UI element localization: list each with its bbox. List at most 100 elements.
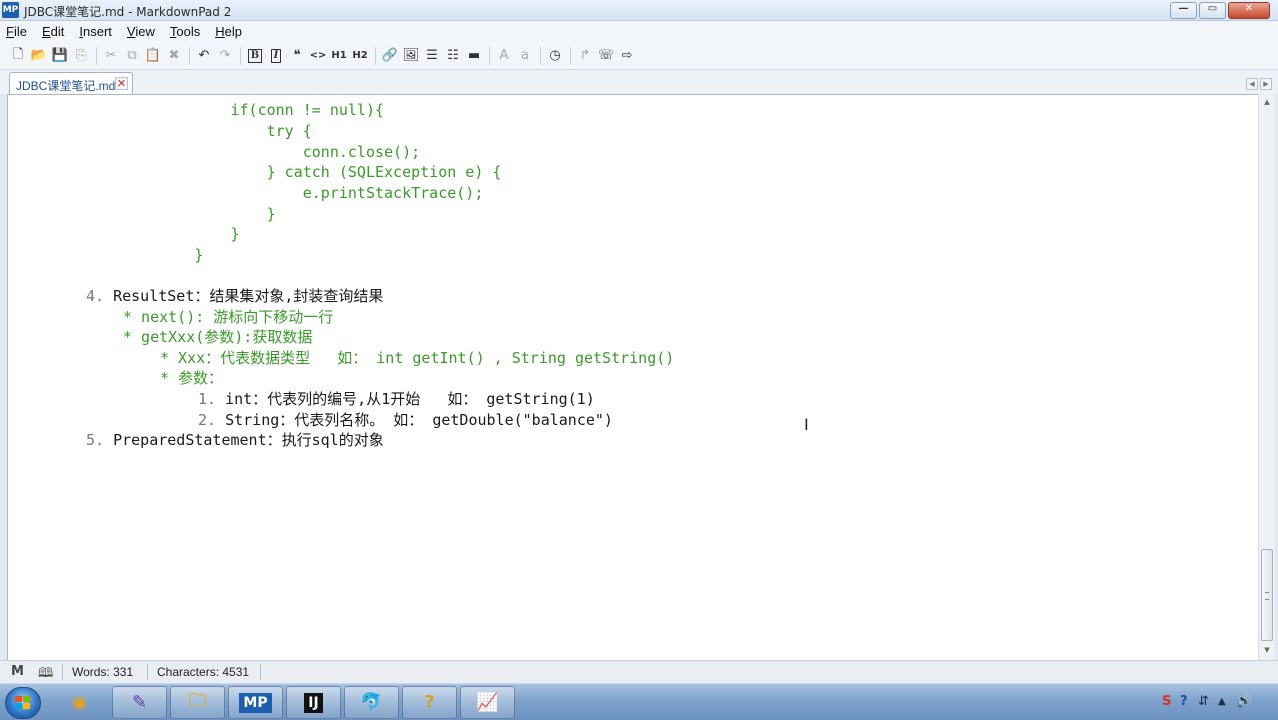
list-item: 5. PreparedStatement：执行sql的对象 — [86, 431, 384, 449]
preview-icon[interactable]: ☏ — [596, 46, 616, 66]
code-line: } — [230, 225, 240, 243]
status-bar: M 🕮 Words: 331 Characters: 4531 — [0, 660, 1278, 683]
timestamp-icon[interactable]: ◷ — [545, 46, 565, 66]
bold-button[interactable]: B — [245, 46, 265, 66]
taskbar-help-icon[interactable]: ? — [402, 686, 457, 719]
app-icon: MP — [2, 2, 19, 18]
grip-icon — [1265, 592, 1269, 600]
image-icon[interactable]: 🖼 — [401, 46, 421, 66]
menu-edit[interactable]: Edit — [42, 24, 64, 39]
taskbar-mysql-icon[interactable]: 🐬 — [344, 686, 399, 719]
tab-close-icon[interactable]: ✕ — [115, 77, 128, 90]
markdown-icon[interactable]: M — [11, 664, 24, 679]
italic-icon: I — [270, 48, 282, 63]
code-line: } — [194, 246, 204, 264]
status-divider — [62, 664, 63, 680]
code-line: conn.close(); — [302, 143, 421, 161]
minimize-icon: — — [1178, 3, 1189, 14]
list-item: 4. ResultSet：结果集对象,封装查询结果 — [86, 287, 384, 305]
show-hidden-icons-icon[interactable]: ▲ — [1218, 696, 1226, 707]
title-bar: MP JDBC课堂笔记.md - MarkdownPad 2 — ▭ ✕ — [0, 0, 1278, 21]
new-file-icon[interactable]: 🗋 — [8, 46, 28, 66]
close-button[interactable]: ✕ — [1228, 2, 1270, 19]
menu-bar: File Edit Insert View Tools Help — [0, 21, 1278, 42]
tab-scroll-right-icon[interactable]: ▶ — [1260, 78, 1272, 90]
bold-icon: B — [247, 48, 263, 63]
paste-icon[interactable]: 📋 — [143, 46, 163, 66]
tab-bar: JDBC课堂笔记.md ✕ ◀ ▶ — [0, 70, 1278, 94]
start-button[interactable] — [5, 687, 41, 719]
heading1-button[interactable]: H1 — [329, 46, 349, 66]
link-icon[interactable]: 🔗 — [380, 46, 400, 66]
toolbar-divider — [375, 46, 376, 65]
taskbar-intellij-icon[interactable]: IJ — [286, 686, 341, 719]
maximize-icon: ▭ — [1207, 3, 1218, 14]
taskbar-markdownpad-icon[interactable]: MP — [228, 686, 283, 719]
menu-view[interactable]: View — [127, 24, 155, 39]
toolbar-divider — [240, 46, 241, 65]
toolbar-divider — [489, 46, 490, 65]
character-count: Characters: 4531 — [157, 665, 250, 679]
list-item: * next(): 游标向下移动一行 — [123, 308, 334, 326]
menu-insert[interactable]: Insert — [79, 24, 112, 39]
ime-icon[interactable]: S — [1162, 694, 1171, 709]
scrollbar-thumb[interactable] — [1261, 549, 1273, 641]
export-icon[interactable]: ⇨ — [617, 46, 637, 66]
taskbar-chrome-icon[interactable]: ◉ — [52, 686, 107, 719]
close-icon: ✕ — [1244, 3, 1254, 14]
tab-jdbc-notes[interactable]: JDBC课堂笔记.md ✕ — [9, 72, 133, 94]
taskbar-editor-icon[interactable]: ✎ — [112, 686, 167, 719]
scroll-up-icon[interactable]: ▲ — [1261, 96, 1273, 109]
scroll-down-icon[interactable]: ▼ — [1261, 644, 1273, 657]
text-cursor-icon: I — [804, 415, 809, 434]
code-icon[interactable]: <> — [308, 46, 328, 66]
menu-tools[interactable]: Tools — [170, 24, 200, 39]
toolbar-divider — [540, 46, 541, 65]
lowercase-icon[interactable]: a — [515, 46, 535, 66]
ordered-list-icon[interactable]: ☷ — [443, 46, 463, 66]
windows-logo-icon — [15, 696, 32, 711]
upload-icon[interactable]: ↱ — [575, 46, 595, 66]
list-item: 1. int：代表列的编号,从1开始 如： getString(1) — [198, 390, 595, 408]
taskbar: ◉ ✎ 🗀 MP IJ 🐬 ? 📈 S ? ⇵ ▲ 🔊 — [0, 683, 1278, 720]
tab-label: JDBC课堂笔记.md — [16, 79, 116, 93]
unordered-list-icon[interactable]: ☰ — [422, 46, 442, 66]
network-icon[interactable]: ⇵ — [1198, 694, 1209, 709]
cut-icon[interactable]: ✂ — [101, 46, 121, 66]
undo-icon[interactable]: ↶ — [194, 46, 214, 66]
status-divider — [147, 664, 148, 680]
toolbar: 🗋 📂 💾 ⎘ ✂ ⧉ 📋 ✖ ↶ ↷ B I ❝ <> H1 H2 🔗 🖼 ☰… — [0, 42, 1278, 70]
maximize-button[interactable]: ▭ — [1199, 2, 1226, 19]
save-all-icon[interactable]: ⎘ — [71, 46, 91, 66]
list-item: * 参数： — [160, 369, 224, 387]
menu-file[interactable]: File — [6, 24, 27, 39]
code-line: e.printStackTrace(); — [302, 184, 484, 202]
menu-help[interactable]: Help — [215, 24, 242, 39]
code-line: if(conn != null){ — [230, 101, 385, 119]
list-item: * Xxx：代表数据类型 如： int getInt() , String ge… — [160, 349, 675, 367]
uppercase-icon[interactable]: A — [494, 46, 514, 66]
system-tray: S ? ⇵ ▲ 🔊 — [1158, 684, 1278, 720]
tab-scroll: ◀ ▶ — [1244, 78, 1272, 90]
quote-icon[interactable]: ❝ — [287, 46, 307, 66]
window-controls: — ▭ ✕ — [1168, 2, 1270, 19]
help-tray-icon[interactable]: ? — [1180, 694, 1188, 709]
redo-icon[interactable]: ↷ — [215, 46, 235, 66]
list-item: 2. String：代表列名称。 如： getDouble("balance") — [198, 411, 613, 429]
taskbar-notepad-icon[interactable]: 📈 — [460, 686, 515, 719]
volume-icon[interactable]: 🔊 — [1236, 694, 1252, 709]
markdown-editor[interactable]: if(conn != null){ try { conn.close(); } … — [7, 94, 1258, 660]
open-file-icon[interactable]: 📂 — [29, 46, 49, 66]
taskbar-explorer-icon[interactable]: 🗀 — [170, 686, 225, 719]
copy-icon[interactable]: ⧉ — [122, 46, 142, 66]
minimize-button[interactable]: — — [1170, 2, 1197, 19]
code-line: } — [266, 205, 276, 223]
heading2-button[interactable]: H2 — [350, 46, 370, 66]
code-line: try { — [266, 122, 312, 140]
italic-button[interactable]: I — [266, 46, 286, 66]
vertical-scrollbar[interactable]: ▲ ▼ — [1258, 94, 1275, 660]
horizontal-rule-icon[interactable]: ▬ — [464, 46, 484, 66]
save-icon[interactable]: 💾 — [50, 46, 70, 66]
tab-scroll-left-icon[interactable]: ◀ — [1246, 78, 1258, 90]
delete-icon[interactable]: ✖ — [164, 46, 184, 66]
